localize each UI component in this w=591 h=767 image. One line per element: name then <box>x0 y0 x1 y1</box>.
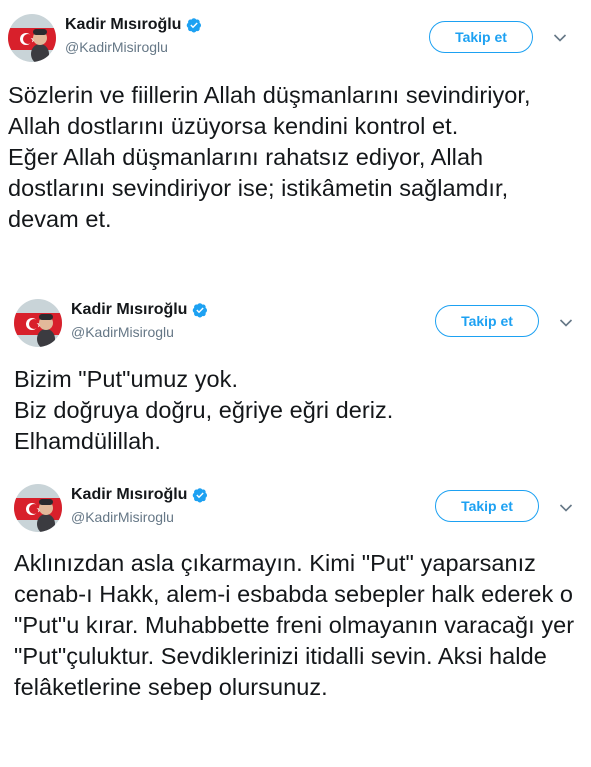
tweet-text: Bizim "Put"umuz yok. Biz doğruya doğru, … <box>14 366 394 454</box>
avatar[interactable] <box>14 299 62 347</box>
author-handle: @KadirMisiroglu <box>65 39 168 55</box>
author-name[interactable]: Kadir Mısıroğlu <box>65 16 181 34</box>
avatar[interactable] <box>14 484 62 532</box>
author-name[interactable]: Kadir Mısıroğlu <box>71 486 187 504</box>
avatar-image <box>14 484 62 532</box>
verified-badge-icon <box>192 302 208 318</box>
chevron-down-icon[interactable] <box>553 33 567 43</box>
verified-badge-icon <box>192 487 208 503</box>
tweet-text: Sözlerin ve fiillerin Allah düşmanlarını… <box>8 82 531 232</box>
avatar-image <box>8 14 56 62</box>
follow-button[interactable]: Takip et <box>429 21 533 53</box>
avatar-image <box>14 299 62 347</box>
verified-badge-icon <box>186 17 202 33</box>
author-handle: @KadirMisiroglu <box>71 509 174 525</box>
avatar[interactable] <box>8 14 56 62</box>
chevron-down-icon[interactable] <box>559 318 573 328</box>
author-name[interactable]: Kadir Mısıroğlu <box>71 301 187 319</box>
tweet-text: Aklınızdan asla çıkarmayın. Kimi "Put" y… <box>14 550 575 700</box>
author-handle: @KadirMisiroglu <box>71 324 174 340</box>
chevron-down-icon[interactable] <box>559 503 573 513</box>
follow-button[interactable]: Takip et <box>435 490 539 522</box>
author-name-row: Kadir Mısıroğlu <box>71 301 208 319</box>
author-name-row: Kadir Mısıroğlu <box>71 486 208 504</box>
author-name-row: Kadir Mısıroğlu <box>65 16 202 34</box>
follow-button[interactable]: Takip et <box>435 305 539 337</box>
